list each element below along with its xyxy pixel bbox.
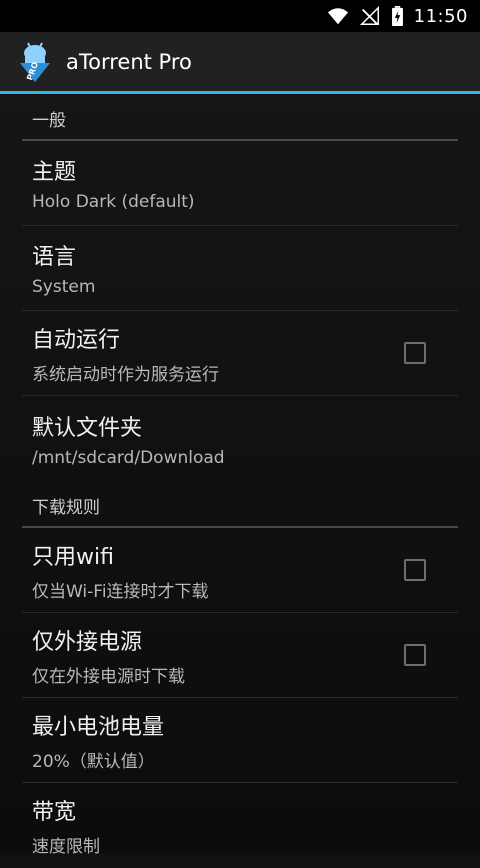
screen: 11:50 PRO aTorrent Pro 一般 主题 Holo Dark (… (0, 0, 480, 857)
pref-title: 只用wifi (32, 544, 114, 570)
pref-title: 带宽 (32, 800, 77, 825)
app-logo-icon[interactable]: PRO (16, 41, 54, 83)
pref-min-battery[interactable]: 最小电池电量 20%（默认值） (22, 698, 458, 783)
section-header-general: 一般 (22, 94, 458, 141)
pref-language[interactable]: 语言 System (22, 226, 458, 311)
pref-summary: 20%（默认值） (32, 751, 155, 772)
pref-summary: 仅在外接电源时下载 (32, 666, 185, 687)
app-title: aTorrent Pro (66, 49, 192, 74)
pref-title: 主题 (32, 160, 77, 185)
status-time: 11:50 (413, 5, 468, 27)
pref-bandwidth[interactable]: 带宽 速度限制 (22, 783, 458, 868)
pref-title: 默认文件夹 (32, 415, 143, 441)
pref-summary: 速度限制 (32, 837, 100, 857)
wifi-icon (327, 8, 348, 25)
pref-external-power[interactable]: 仅外接电源 仅在外接电源时下载 (22, 613, 458, 698)
autostart-checkbox[interactable] (404, 342, 426, 364)
battery-charging-icon (391, 6, 403, 26)
pref-summary: 系统启动时作为服务运行 (32, 364, 219, 385)
pref-theme[interactable]: 主题 Holo Dark (default) (22, 141, 458, 226)
no-signal-icon (359, 6, 379, 25)
pref-autostart[interactable]: 自动运行 系统启动时作为服务运行 (22, 311, 458, 396)
pref-title: 语言 (32, 245, 77, 270)
pref-title: 仅外接电源 (32, 629, 143, 655)
pref-summary: System (32, 277, 96, 297)
settings-list: 一般 主题 Holo Dark (default) 语言 System 自动运行… (0, 94, 480, 868)
action-bar: PRO aTorrent Pro (0, 32, 480, 94)
pref-summary: 仅当Wi-Fi连接时才下载 (32, 581, 209, 602)
pref-title: 自动运行 (32, 327, 121, 353)
pref-summary: /mnt/sdcard/Download (32, 447, 225, 468)
status-bar: 11:50 (0, 0, 480, 32)
pref-default-folder[interactable]: 默认文件夹 /mnt/sdcard/Download (22, 396, 458, 481)
external-power-checkbox[interactable] (404, 644, 426, 666)
section-header-download-rules: 下载规则 (22, 481, 458, 528)
pref-title: 最小电池电量 (32, 714, 165, 740)
wifi-only-checkbox[interactable] (404, 559, 426, 581)
pref-wifi-only[interactable]: 只用wifi 仅当Wi-Fi连接时才下载 (22, 528, 458, 613)
pref-summary: Holo Dark (default) (32, 192, 195, 212)
